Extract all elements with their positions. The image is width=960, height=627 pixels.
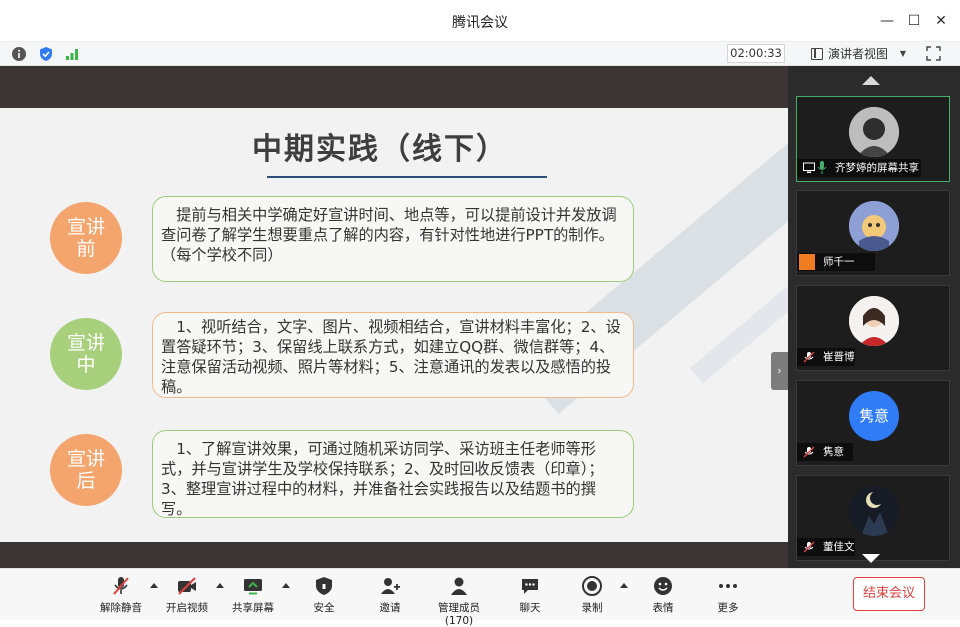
- shield-icon[interactable]: [38, 46, 54, 62]
- microphone-muted-icon: [803, 446, 815, 458]
- stage-description-during: 1、视听结合，文字、图片、视频相结合，宣讲材料丰富化；2、设置答疑环节；3、保留…: [152, 312, 634, 398]
- participant-tile[interactable]: 齐梦婷的屏幕共享: [796, 96, 950, 182]
- presentation-slide: 中期实践（线下） 宣讲前 提前与相关中学确定好宣讲时间、地点等，可以提前设计并发…: [0, 108, 788, 542]
- record-button[interactable]: 录制: [574, 575, 610, 615]
- stage-label: 宣讲: [66, 448, 105, 470]
- chevron-up-icon[interactable]: [150, 583, 158, 588]
- start-video-button[interactable]: 开启视频: [164, 575, 210, 615]
- more-button[interactable]: 更多: [710, 575, 746, 615]
- chevron-down-icon: ▼: [899, 49, 906, 58]
- participant-name: 董佳文: [797, 538, 855, 556]
- stage-label: 前: [76, 238, 96, 260]
- emoji-icon: [654, 577, 672, 595]
- meeting-toolbar: 解除静音 开启视频 共享屏幕 安全 邀请 管理成员(170) 聊天 录制 表情 …: [0, 568, 960, 627]
- stage-circle-before: 宣讲前: [50, 202, 122, 274]
- info-icon[interactable]: [11, 46, 27, 62]
- participant-tile[interactable]: 隽意 隽意: [796, 380, 950, 466]
- chevron-right-icon[interactable]: ›: [771, 352, 788, 390]
- participant-tile[interactable]: 师千一: [796, 190, 950, 276]
- meeting-timer: 02:00:33: [727, 44, 785, 63]
- text-avatar-icon: 隽意: [849, 391, 899, 441]
- participant-name: 崔晋博: [797, 348, 855, 366]
- view-mode-label: 演讲者视图: [828, 47, 889, 61]
- camera-off-icon: [178, 577, 196, 595]
- slide-title: 中期实践（线下）: [252, 132, 508, 167]
- meeting-info-bar: 02:00:33 演讲者视图 ▼: [0, 42, 960, 66]
- screen-share-icon: [244, 579, 262, 595]
- participant-name: 齐梦婷的屏幕共享: [797, 159, 921, 177]
- chevron-up-icon[interactable]: [216, 583, 224, 588]
- stage-circle-during: 宣讲中: [50, 318, 122, 390]
- chat-bubble-icon: [522, 579, 538, 594]
- stage-circle-after: 宣讲后: [50, 434, 122, 506]
- stage-label: 宣讲: [66, 332, 105, 354]
- view-mode-dropdown[interactable]: 演讲者视图 ▼: [806, 44, 910, 64]
- signal-icon[interactable]: [64, 46, 80, 62]
- participant-tile[interactable]: 董佳文: [796, 475, 950, 561]
- share-screen-button[interactable]: 共享屏幕: [230, 575, 276, 615]
- close-icon[interactable]: ✕: [930, 10, 952, 32]
- stage-label: 中: [76, 354, 96, 376]
- title-underline: [267, 176, 547, 178]
- window-title: 腾讯会议: [452, 15, 508, 31]
- microphone-on-icon: [817, 159, 827, 181]
- scroll-down-icon[interactable]: [862, 554, 880, 563]
- minimize-icon[interactable]: —: [876, 10, 898, 32]
- stage-description-after: 1、了解宣讲效果，可通过随机采访同学、采访班主任老师等形式，并与宣讲学生及学校保…: [152, 430, 634, 518]
- security-button[interactable]: 安全: [306, 575, 342, 615]
- stage-label: 宣讲: [66, 216, 105, 238]
- cartoon-avatar-icon: [849, 201, 899, 251]
- manage-members-button[interactable]: 管理成员(170): [424, 575, 494, 627]
- record-icon: [582, 576, 602, 596]
- members-icon: [451, 577, 467, 595]
- maximize-icon[interactable]: ☐: [903, 10, 925, 32]
- stage-description-before: 提前与相关中学确定好宣讲时间、地点等，可以提前设计并发放调查问卷了解学生想要重点…: [152, 196, 634, 282]
- screen-share-icon: [803, 162, 815, 173]
- microphone-muted-icon: [113, 577, 129, 595]
- chat-button[interactable]: 聊天: [512, 575, 548, 615]
- title-bar: 腾讯会议 — ☐ ✕: [0, 0, 960, 42]
- chevron-up-icon[interactable]: [620, 583, 628, 588]
- chevron-up-icon[interactable]: [282, 583, 290, 588]
- microphone-muted-icon: [803, 351, 815, 363]
- more-dots-icon: [719, 584, 737, 588]
- moon-avatar-icon: [849, 486, 899, 536]
- layout-icon: [811, 48, 823, 60]
- microphone-muted-icon: [803, 541, 815, 553]
- participant-name: 师千一: [797, 253, 875, 271]
- user-icon: [799, 254, 815, 270]
- scroll-up-icon[interactable]: [862, 76, 880, 85]
- photo-avatar-icon: [849, 107, 899, 157]
- end-meeting-button[interactable]: 结束会议: [853, 577, 925, 611]
- shield-icon: [316, 577, 332, 595]
- stage-label: 后: [76, 470, 96, 492]
- invite-button[interactable]: 邀请: [372, 575, 408, 615]
- unmute-button[interactable]: 解除静音: [98, 575, 144, 615]
- participant-name: 隽意: [797, 443, 853, 461]
- participant-tile[interactable]: 崔晋博: [796, 285, 950, 371]
- shared-screen-area: 中期实践（线下） 宣讲前 提前与相关中学确定好宣讲时间、地点等，可以提前设计并发…: [0, 66, 788, 568]
- reactions-button[interactable]: 表情: [645, 575, 681, 615]
- fullscreen-icon[interactable]: [926, 46, 941, 61]
- photo-avatar-icon: [849, 296, 899, 346]
- participant-panel: 齐梦婷的屏幕共享 师千一 崔晋博 隽意 隽意 董佳文: [788, 66, 960, 568]
- add-user-icon: [381, 578, 400, 594]
